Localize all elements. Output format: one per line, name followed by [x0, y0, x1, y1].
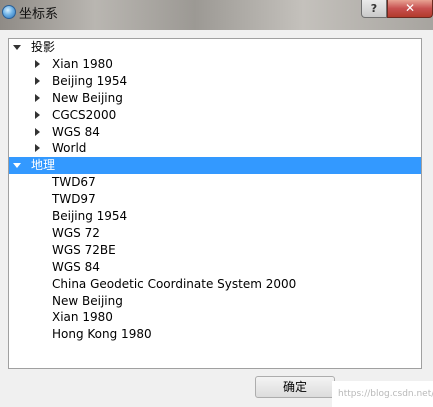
tree-item[interactable]: Beijing 1954	[9, 73, 421, 90]
tree-item[interactable]: TWD67	[9, 174, 421, 191]
tree-item-label: Hong Kong 1980	[52, 327, 152, 342]
tree-group-1[interactable]: 地理	[9, 157, 421, 175]
dialog-body: 投影 Xian 1980 Beijing 1954 New Beijing CGCS20…	[0, 30, 433, 407]
tree-item-label: TWD97	[52, 192, 96, 207]
tree-item-label: WGS 84	[52, 259, 100, 274]
tree-item[interactable]: Hong Kong 1980	[9, 326, 421, 343]
tree-item[interactable]: CGCS2000	[9, 107, 421, 124]
coordinate-system-tree[interactable]: 投影 Xian 1980 Beijing 1954 New Beijing CGCS20…	[8, 38, 422, 369]
tree-group-label: 投影	[31, 40, 56, 54]
tree-group-0[interactable]: 投影	[9, 39, 421, 56]
tree-group-label: 地理	[31, 158, 56, 173]
title-bar[interactable]: 坐标系 ? ✕	[0, 0, 433, 30]
tree-item-label: WGS 72BE	[52, 242, 116, 257]
tree-item-label: CGCS2000	[52, 107, 117, 122]
window-title: 坐标系	[19, 7, 59, 22]
tree-item-label: WGS 72	[52, 225, 100, 240]
tree-item[interactable]: New Beijing	[9, 293, 421, 310]
tree-item-label: China Geodetic Coordinate System 2000	[52, 276, 297, 291]
expand-arrow-icon[interactable]	[35, 110, 40, 119]
expand-arrow-icon[interactable]	[35, 144, 40, 153]
tree-item[interactable]: New Beijing	[9, 90, 421, 107]
tree-item-label: Xian 1980	[52, 56, 113, 71]
tree-item[interactable]: TWD97	[9, 191, 421, 208]
tree-item[interactable]: WGS 72	[9, 225, 421, 242]
tree-item-label: Xian 1980	[52, 310, 113, 325]
help-button[interactable]: ?	[361, 0, 387, 18]
globe-icon	[2, 5, 16, 19]
expand-arrow-icon[interactable]	[35, 59, 40, 68]
tree-item[interactable]: China Geodetic Coordinate System 2000	[9, 276, 421, 293]
collapse-arrow-icon[interactable]	[13, 163, 21, 169]
tree-item-label: WGS 84	[52, 124, 100, 139]
tree-item-label: New Beijing	[52, 293, 123, 308]
tree-item-label: World	[52, 141, 87, 156]
close-button[interactable]: ✕	[387, 0, 433, 18]
tree-item-label: Beijing 1954	[52, 73, 128, 88]
tree-item-label: Beijing 1954	[52, 209, 128, 223]
watermark-text: https://blog.csdn.net/...	[338, 389, 433, 399]
tree-item[interactable]: Xian 1980	[9, 309, 421, 326]
tree-item-label: New Beijing	[52, 90, 123, 105]
expand-arrow-icon[interactable]	[35, 127, 40, 136]
tree-item[interactable]: WGS 84	[9, 259, 421, 276]
expand-arrow-icon[interactable]	[35, 76, 40, 85]
ok-button[interactable]: 确定	[255, 376, 335, 398]
tree-item[interactable]: WGS 72BE	[9, 242, 421, 259]
tree-item[interactable]: WGS 84	[9, 124, 421, 141]
tree-item[interactable]: Xian 1980	[9, 56, 421, 73]
tree-item-label: TWD67	[52, 175, 96, 190]
collapse-arrow-icon[interactable]	[13, 45, 21, 50]
tree-item[interactable]: World	[9, 140, 421, 157]
tree-item[interactable]: Beijing 1954	[9, 208, 421, 225]
expand-arrow-icon[interactable]	[35, 93, 40, 102]
